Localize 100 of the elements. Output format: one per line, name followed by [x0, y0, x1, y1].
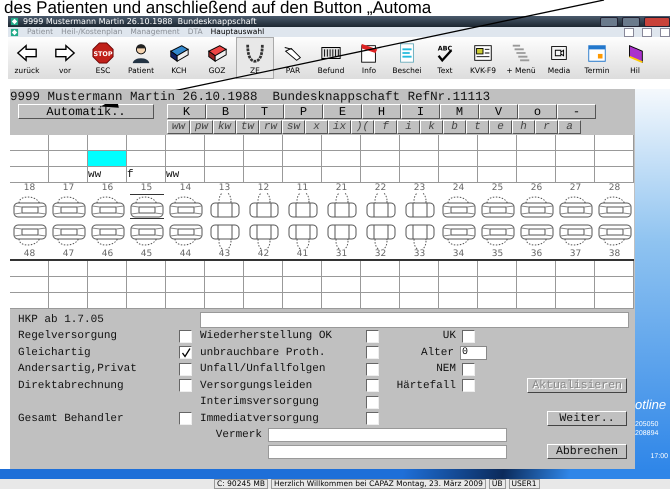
checkbox-label: Direktabrechnung [18, 378, 125, 393]
code-tab[interactable]: rw [259, 120, 282, 134]
code-tab[interactable]: - [557, 104, 596, 119]
table-cell[interactable] [10, 135, 49, 151]
table-cell[interactable] [517, 151, 556, 167]
code-tab[interactable]: o [518, 104, 557, 119]
table-cell[interactable] [244, 151, 283, 167]
code-tab[interactable]: )( [351, 120, 374, 134]
automatik-button[interactable]: Automatik.. [18, 104, 154, 119]
field-label: NEM [435, 362, 456, 376]
checkbox-label: Interimsversorgung [200, 395, 320, 410]
code-tab[interactable]: E [323, 104, 362, 119]
code-tab[interactable]: f [374, 120, 397, 134]
table-cell[interactable] [439, 135, 478, 151]
code-tab[interactable]: H [362, 104, 401, 119]
tooth-number: 27 [570, 183, 582, 193]
checkbox[interactable] [366, 362, 379, 376]
checkbox[interactable] [179, 362, 192, 376]
checkbox[interactable] [462, 362, 475, 376]
checkbox[interactable] [366, 396, 379, 409]
code-tab[interactable]: h [512, 120, 535, 134]
minimize-button[interactable] [624, 28, 634, 36]
table-cell[interactable] [322, 151, 361, 167]
checkbox[interactable] [366, 346, 379, 360]
table-cell[interactable] [400, 135, 439, 151]
table-cell[interactable] [49, 135, 88, 151]
code-tab[interactable]: k [420, 120, 443, 134]
checkbox[interactable] [462, 330, 475, 343]
table-cell[interactable] [244, 135, 283, 151]
checkbox[interactable] [366, 379, 379, 392]
minimize-button[interactable] [600, 16, 618, 26]
checkbox[interactable] [366, 412, 379, 426]
table-cell[interactable] [439, 151, 478, 167]
table-cell[interactable] [205, 151, 244, 167]
table-cell[interactable] [10, 151, 49, 167]
table-cell[interactable] [322, 135, 361, 151]
code-tab[interactable]: T [245, 104, 284, 119]
table-cell[interactable] [478, 135, 517, 151]
code-tab[interactable]: a [558, 120, 581, 134]
close-button[interactable] [660, 28, 670, 36]
app-logo-icon [10, 17, 19, 26]
table-cell[interactable] [595, 151, 634, 167]
table-cell[interactable] [127, 151, 166, 167]
table-cell[interactable] [205, 135, 244, 151]
restore-button[interactable] [642, 28, 652, 36]
close-button[interactable] [644, 16, 670, 26]
code-tab[interactable]: pw [190, 120, 213, 134]
table-cell[interactable] [88, 151, 127, 167]
code-tab[interactable]: i [397, 120, 420, 134]
code-tab[interactable]: tw [236, 120, 259, 134]
table-cell[interactable] [556, 151, 595, 167]
tooth-number: 42 [258, 249, 270, 259]
checkbox[interactable] [179, 412, 192, 426]
code-tab[interactable]: t [466, 120, 489, 134]
table-cell[interactable] [556, 135, 595, 151]
code-tab[interactable]: sw [282, 120, 305, 134]
tooth-number: 16 [102, 183, 114, 193]
checkbox[interactable] [179, 346, 192, 360]
checkbox[interactable] [462, 379, 475, 392]
table-cell[interactable] [127, 135, 166, 151]
code-tab[interactable]: I [401, 104, 440, 119]
checkbox[interactable] [179, 379, 192, 392]
table-cell[interactable] [478, 151, 517, 167]
tooth-number: 41 [296, 249, 308, 259]
table-cell[interactable] [361, 151, 400, 167]
table-cell[interactable] [283, 151, 322, 167]
checkbox-label: Andersartig,Privat [18, 362, 138, 376]
code-tab[interactable]: P [284, 104, 323, 119]
code-tab[interactable]: b [443, 120, 466, 134]
field-label: Vermerk [214, 428, 262, 443]
back-arrow-icon [16, 42, 38, 64]
code-tab[interactable]: ix [328, 120, 351, 134]
age-field[interactable]: 0 [460, 346, 487, 360]
hkp-field[interactable] [200, 312, 629, 328]
code-tab[interactable]: V [479, 104, 518, 119]
table-cell[interactable] [400, 151, 439, 167]
table-cell[interactable] [517, 135, 556, 151]
table-cell[interactable] [283, 135, 322, 151]
dialog-button[interactable]: Abbrechen [547, 444, 627, 459]
code-tab[interactable]: ww [167, 120, 190, 134]
table-cell[interactable] [166, 151, 205, 167]
checkbox-label: Regelversorgung [18, 329, 118, 344]
field-label: Härtefall [396, 378, 456, 393]
dialog-button[interactable]: Weiter.. [547, 410, 627, 426]
code-tab[interactable]: M [440, 104, 479, 119]
note-field[interactable] [268, 428, 507, 442]
table-cell[interactable] [595, 135, 634, 151]
maximize-button[interactable] [622, 16, 640, 26]
code-tab[interactable]: K [167, 104, 206, 119]
code-tab[interactable]: kw [213, 120, 236, 134]
table-cell[interactable] [361, 135, 400, 151]
tooth-number: 15 [140, 183, 152, 193]
checkbox[interactable] [179, 330, 192, 343]
code-tab[interactable]: x [305, 120, 328, 134]
note-field[interactable] [268, 445, 507, 459]
code-tab[interactable]: r [535, 120, 558, 134]
table-cell[interactable] [166, 135, 205, 151]
code-tab[interactable]: e [489, 120, 512, 134]
checkbox[interactable] [366, 330, 379, 343]
code-tab[interactable]: B [206, 104, 245, 119]
